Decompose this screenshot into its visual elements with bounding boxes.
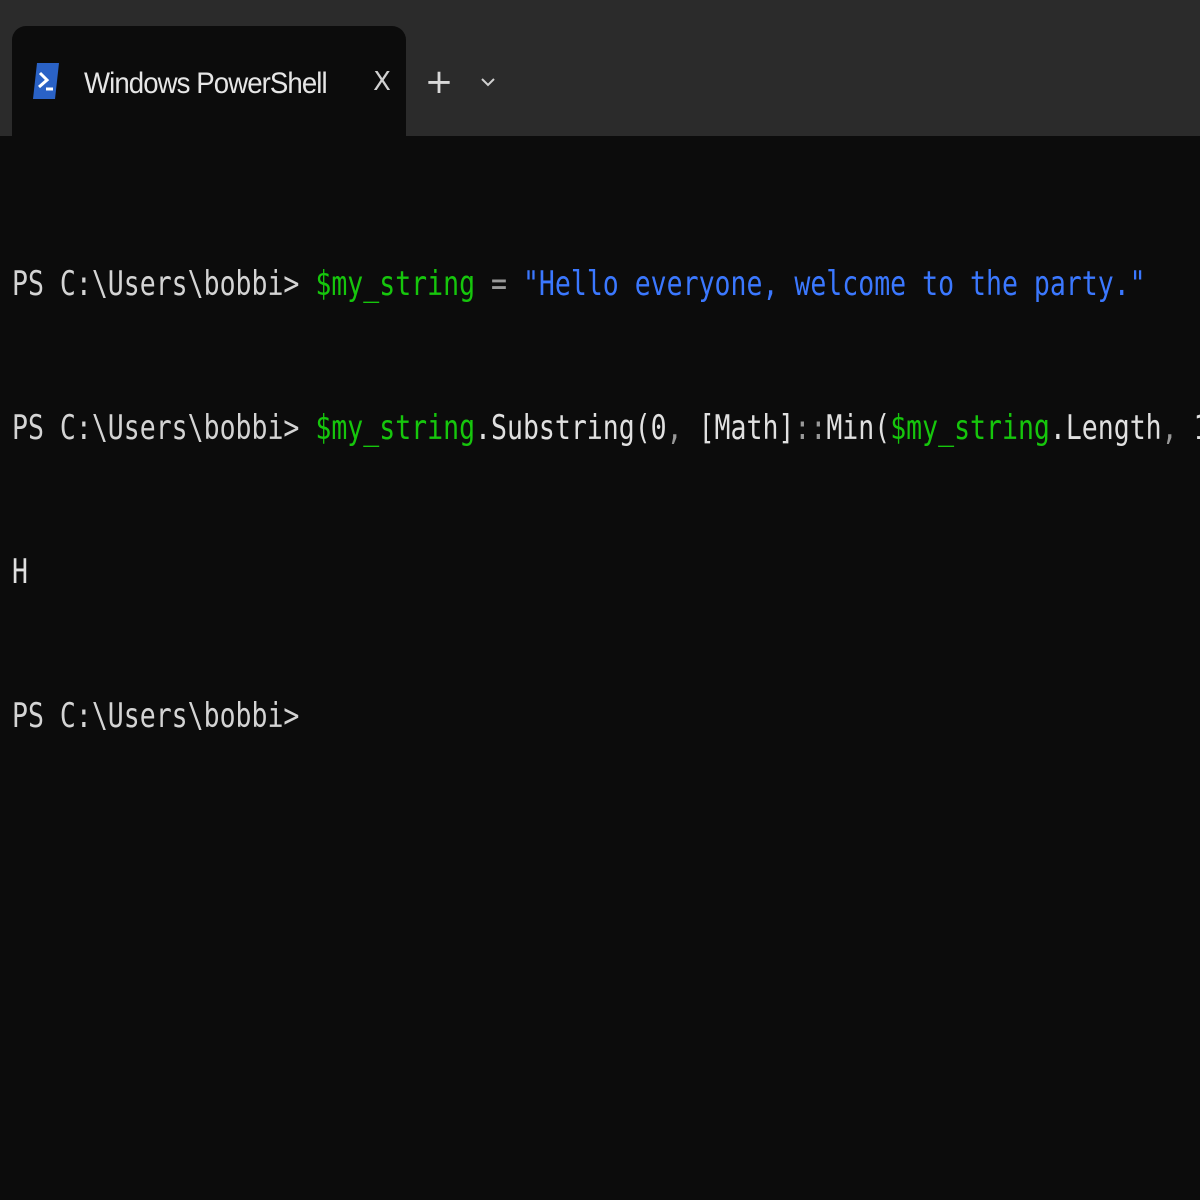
terminal-line: H	[12, 540, 1182, 604]
tab-title: Windows PowerShell	[84, 67, 328, 100]
prompt: PS C:\Users\bobbi>	[12, 696, 300, 736]
comma-token: ,	[666, 408, 683, 448]
argument-token: 1))	[1178, 408, 1200, 448]
comma-token: ,	[1161, 408, 1178, 448]
terminal-line: PS C:\Users\bobbi> $my_string = "Hello e…	[12, 252, 1182, 316]
method-token: Min(	[826, 408, 891, 448]
terminal-line: PS C:\Users\bobbi> $my_string.Substring(…	[12, 396, 1200, 460]
type-token: [Math]	[682, 408, 795, 448]
chevron-down-icon[interactable]	[472, 64, 504, 100]
command-output: H	[12, 552, 28, 592]
terminal-window: Windows PowerShell X + PS C:\Users\bobbi…	[0, 0, 1200, 1200]
powershell-icon	[30, 61, 62, 101]
close-tab-icon[interactable]: X	[364, 64, 400, 100]
operator-token: =	[475, 264, 523, 304]
tab-windows-powershell[interactable]: Windows PowerShell X	[12, 26, 406, 136]
variable-token: $my_string	[315, 408, 476, 448]
prompt: PS C:\Users\bobbi>	[12, 264, 316, 304]
variable-token: $my_string	[315, 264, 476, 304]
variable-token: $my_string	[890, 408, 1050, 448]
terminal-line: PS C:\Users\bobbi>	[12, 684, 1182, 748]
title-bar: Windows PowerShell X +	[0, 0, 1200, 136]
prompt: PS C:\Users\bobbi>	[12, 408, 316, 448]
new-tab-icon[interactable]: +	[422, 62, 456, 102]
method-token: .Substring(0	[475, 408, 667, 448]
property-token: .Length	[1049, 408, 1162, 448]
terminal-output[interactable]: PS C:\Users\bobbi> $my_string = "Hello e…	[12, 172, 1200, 1182]
string-token: "Hello everyone, welcome to the party."	[522, 264, 1146, 304]
operator-token: ::	[794, 408, 827, 448]
